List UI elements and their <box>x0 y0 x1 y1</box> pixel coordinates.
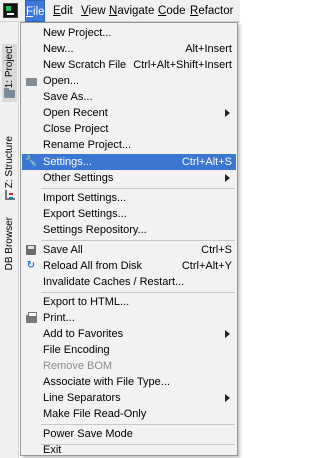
menu-separator <box>41 292 235 293</box>
menu-item-label: Settings... <box>43 156 92 168</box>
menu-item-reload-all-from-disk[interactable]: ↻ Reload All from Disk Ctrl+Alt+Y <box>22 258 236 274</box>
menu-separator <box>41 188 235 189</box>
menu-item-invalidate-caches[interactable]: Invalidate Caches / Restart... <box>22 274 236 290</box>
menu-item-label: Associate with File Type... <box>43 376 170 388</box>
menu-item-label: Line Separators <box>43 392 121 404</box>
menu-item-file-encoding[interactable]: File Encoding <box>22 342 236 358</box>
wrench-icon: 🔧 <box>24 156 38 167</box>
menu-item-power-save-mode[interactable]: Power Save Mode <box>22 426 236 442</box>
menu-item-label: Save As... <box>43 91 93 103</box>
print-icon <box>25 312 37 324</box>
menu-item-shortcut: Ctrl+Alt+Y <box>181 260 232 272</box>
menu-item-shortcut: Ctrl+Alt+S <box>181 156 232 168</box>
menu-file-label: ile <box>33 6 45 18</box>
reload-icon: ↻ <box>26 260 36 271</box>
menu-code-label: ode <box>166 5 186 17</box>
menu-item-new-scratch-file[interactable]: New Scratch File Ctrl+Alt+Shift+Insert <box>22 57 236 73</box>
menu-view[interactable]: View <box>78 0 109 22</box>
menu-item-label: New... <box>43 43 74 55</box>
menu-item-label: Other Settings <box>43 172 114 184</box>
menu-separator <box>41 240 235 241</box>
submenu-arrow-icon <box>225 109 230 117</box>
menu-item-import-settings[interactable]: Import Settings... <box>22 190 236 206</box>
menu-item-label: Reload All from Disk <box>43 260 143 272</box>
menu-item-label: New Scratch File <box>43 59 127 71</box>
menu-edit[interactable]: Edit <box>50 0 76 22</box>
menu-item-export-settings[interactable]: Export Settings... <box>22 206 236 222</box>
menu-item-other-settings[interactable]: Other Settings <box>22 170 236 186</box>
menu-navigate[interactable]: Navigate <box>106 0 157 22</box>
menu-item-associate-with-file-type[interactable]: Associate with File Type... <box>22 374 236 390</box>
menu-item-label: Make File Read-Only <box>43 408 147 420</box>
menu-file[interactable]: File <box>25 0 45 22</box>
menu-item-label: Invalidate Caches / Restart... <box>43 276 185 288</box>
save-icon <box>25 244 37 256</box>
menu-item-settings[interactable]: 🔧 Settings... Ctrl+Alt+S <box>22 154 236 170</box>
menu-item-label: Export Settings... <box>43 208 127 220</box>
menu-item-remove-bom: Remove BOM <box>22 358 236 374</box>
menu-edit-label: dit <box>60 5 73 17</box>
menu-refactor-label: efactor <box>198 5 234 17</box>
left-tool-strip: 1: Project Z: Structure DB Browser <box>0 22 19 458</box>
intellij-logo-icon <box>3 3 18 18</box>
submenu-arrow-icon <box>225 394 230 402</box>
menu-item-open-recent[interactable]: Open Recent <box>22 105 236 121</box>
menu-item-label: Rename Project... <box>43 139 132 151</box>
menu-item-save-as[interactable]: Save As... <box>22 89 236 105</box>
menu-item-label: Open... <box>43 75 80 87</box>
menu-item-export-to-html[interactable]: Export to HTML... <box>22 294 236 310</box>
menu-item-exit[interactable]: Exit <box>22 445 236 456</box>
submenu-arrow-icon <box>225 330 230 338</box>
menu-item-close-project[interactable]: Close Project <box>22 121 236 137</box>
menu-item-label: Settings Repository... <box>43 224 147 236</box>
menubar: File Edit View Navigate Code Refactor <box>0 0 240 22</box>
tab-db-browser[interactable]: DB Browser <box>2 215 17 272</box>
menu-item-new-project[interactable]: New Project... <box>22 25 236 41</box>
menu-item-new[interactable]: New... Alt+Insert <box>22 41 236 57</box>
tab-project-label: 1: Project <box>4 46 15 89</box>
menu-item-label: Import Settings... <box>43 192 127 204</box>
tab-project[interactable]: 1: Project <box>2 44 17 103</box>
menu-item-label: Exit <box>43 445 62 456</box>
menu-item-label: Print... <box>43 312 75 324</box>
menu-file-mnemonic: F <box>26 6 34 18</box>
submenu-arrow-icon <box>225 174 230 182</box>
menu-item-label: Save All <box>43 244 83 256</box>
structure-icon <box>4 190 15 201</box>
menu-item-shortcut: Ctrl+Alt+Shift+Insert <box>133 59 232 71</box>
menu-item-label: Remove BOM <box>43 360 113 372</box>
folder-icon <box>4 88 15 99</box>
menu-item-shortcut: Ctrl+S <box>201 244 232 256</box>
menu-item-label: Open Recent <box>43 107 108 119</box>
menu-refactor[interactable]: Refactor <box>187 0 236 22</box>
menu-item-make-file-read-only[interactable]: Make File Read-Only <box>22 406 236 422</box>
tab-db-browser-label: DB Browser <box>4 217 15 271</box>
menu-navigate-label: avigate <box>117 5 155 17</box>
menu-item-save-all[interactable]: Save All Ctrl+S <box>22 242 236 258</box>
menu-item-label: Add to Favorites <box>43 328 124 340</box>
menu-item-label: Export to HTML... <box>43 296 130 308</box>
menu-item-settings-repository[interactable]: Settings Repository... <box>22 222 236 238</box>
file-menu-dropdown: New Project... New... Alt+Insert New Scra… <box>20 22 238 456</box>
menu-item-label: New Project... <box>43 27 112 39</box>
menu-view-label: iew <box>88 5 106 17</box>
menu-item-label: File Encoding <box>43 344 110 356</box>
menu-item-rename-project[interactable]: Rename Project... <box>22 137 236 153</box>
menu-separator <box>41 424 235 425</box>
menu-code[interactable]: Code <box>155 0 189 22</box>
menu-item-open[interactable]: Open... <box>22 73 236 89</box>
menu-item-label: Power Save Mode <box>43 428 133 440</box>
menu-item-label: Close Project <box>43 123 109 135</box>
folder-open-icon <box>25 75 37 87</box>
menu-edit-mnemonic: E <box>53 5 61 17</box>
menu-item-add-to-favorites[interactable]: Add to Favorites <box>22 326 236 342</box>
tab-structure[interactable]: Z: Structure <box>2 134 17 204</box>
menu-item-line-separators[interactable]: Line Separators <box>22 390 236 406</box>
menu-item-print[interactable]: Print... <box>22 310 236 326</box>
tab-structure-label: Z: Structure <box>4 136 15 189</box>
menu-item-shortcut: Alt+Insert <box>185 43 232 55</box>
